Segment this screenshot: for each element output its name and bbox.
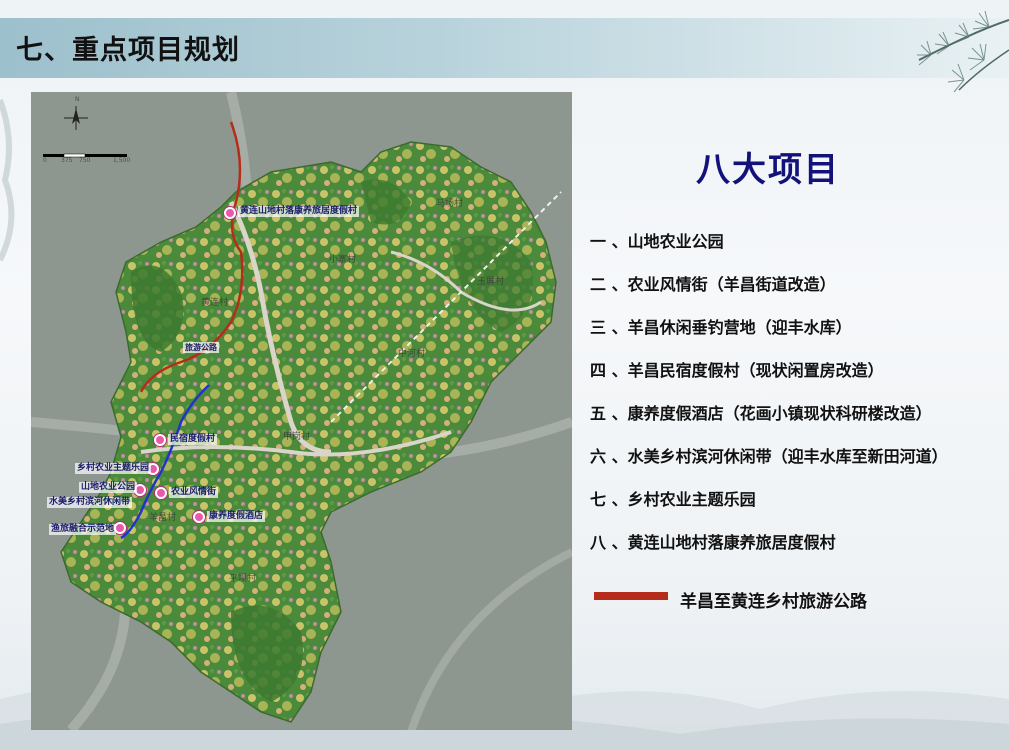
poi-label: 民宿度假村 — [168, 434, 218, 445]
place-label: 黄连村 — [201, 298, 229, 308]
poi-marker[interactable] — [155, 487, 167, 499]
project-item: 六 、水美乡村滨河休闲带（迎丰水库至新田河道） — [590, 447, 948, 466]
poi-label: 水美乡村滨河休闲带 — [47, 497, 133, 508]
project-item: 二 、农业风情街（羊昌街道改造） — [590, 275, 836, 294]
projects-title: 八大项目 — [696, 150, 840, 190]
place-label: 中河村 — [398, 349, 426, 359]
map-graphic — [31, 92, 572, 730]
project-item: 一 、山地农业公园 — [590, 232, 724, 251]
project-item: 七 、乡村农业主题乐园 — [590, 490, 756, 509]
poi-label: 康养度假酒店 — [207, 511, 266, 522]
poi-label: 旅游公路 — [183, 342, 219, 353]
poi-label: 黄连山地村落康养旅居度假村 — [238, 206, 360, 217]
poi-marker[interactable] — [224, 207, 236, 219]
pine-branch-decoration — [917, 10, 1009, 93]
poi-marker[interactable] — [154, 434, 166, 446]
poi-label: 农业风情街 — [169, 487, 219, 498]
page-title: 七、重点项目规划 — [16, 35, 240, 66]
place-label: 小寨村 — [329, 255, 357, 265]
poi-label: 乡村农业主题乐园 — [75, 463, 152, 474]
scale-label-0: 0 — [43, 157, 47, 164]
poi-label: 山地农业公园 — [79, 482, 138, 493]
compass-label: N — [75, 96, 80, 103]
place-label: 马场村 — [436, 199, 464, 209]
place-label: 平坝村 — [229, 574, 257, 584]
legend-road-swatch — [594, 592, 668, 600]
poi-label: 渔旅融合示范地 — [49, 524, 117, 535]
project-item: 八 、黄连山地村落康养旅居度假村 — [590, 533, 836, 552]
scale-label-2: 750 — [79, 157, 91, 164]
place-label: 玉屏村 — [477, 277, 505, 287]
poi-marker[interactable] — [193, 511, 205, 523]
place-label: 羊昌村 — [149, 513, 177, 523]
legend-road-label: 羊昌至黄连乡村旅游公路 — [680, 592, 867, 612]
place-label: 甲岗村 — [283, 432, 311, 442]
scale-label-3: 1,500 — [113, 157, 131, 164]
project-item: 四 、羊昌民宿度假村（现状闲置房改造） — [590, 361, 884, 380]
scale-label-1: 375 — [61, 157, 73, 164]
project-item: 三 、羊昌休闲垂钓营地（迎丰水库） — [590, 318, 852, 337]
project-item: 五 、康养度假酒店（花画小镇现状科研楼改造） — [590, 404, 932, 423]
planning-map: N 0 375 750 1,500 马场村 小寨村 玉屏村 黄连村 中河村 甲岗… — [31, 92, 572, 730]
